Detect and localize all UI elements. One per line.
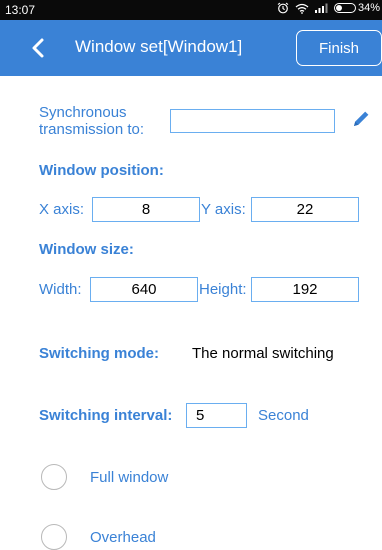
- overhead-label[interactable]: Overhead: [90, 529, 156, 546]
- overhead-radio[interactable]: [41, 524, 67, 550]
- sync-label-line2: transmission to:: [39, 121, 145, 138]
- x-axis-input[interactable]: 8: [92, 197, 200, 222]
- height-label: Height:: [199, 281, 247, 298]
- switching-mode-label: Switching mode:: [39, 345, 159, 362]
- width-input[interactable]: 640: [90, 277, 198, 302]
- switching-interval-input[interactable]: 5: [186, 403, 247, 428]
- signal-icon: [314, 3, 328, 13]
- full-window-radio[interactable]: [41, 464, 67, 490]
- battery-percent: 34%: [357, 2, 380, 14]
- battery-icon: 34%: [333, 2, 380, 14]
- back-arrow-icon: [32, 38, 44, 58]
- sync-edit-button[interactable]: [350, 108, 372, 130]
- sync-target-input[interactable]: [170, 109, 335, 133]
- wifi-icon: [295, 3, 309, 14]
- height-input[interactable]: 192: [251, 277, 359, 302]
- full-window-label[interactable]: Full window: [90, 469, 168, 486]
- x-axis-label: X axis:: [39, 201, 85, 218]
- back-button[interactable]: [26, 35, 52, 61]
- battery-gauge: [333, 3, 356, 13]
- pencil-icon: [354, 111, 369, 126]
- switching-interval-label: Switching interval:: [39, 407, 173, 424]
- status-bar: 13:07 34%: [0, 0, 382, 20]
- alarm-icon: [277, 2, 289, 14]
- y-axis-input[interactable]: 22: [251, 197, 359, 222]
- switching-mode-value[interactable]: The normal switching: [192, 345, 334, 362]
- battery-fill: [335, 5, 342, 11]
- sync-label: Synchronous transmission to:: [39, 104, 144, 138]
- window-size-title: Window size:: [39, 241, 134, 258]
- switching-interval-unit: Second: [258, 407, 309, 424]
- header-bar: Window set[Window1] Finish: [0, 20, 382, 76]
- y-axis-label: Y axis:: [201, 201, 246, 218]
- status-icons: 34%: [277, 2, 380, 14]
- page-title: Window set[Window1]: [75, 37, 243, 56]
- finish-button[interactable]: Finish: [296, 30, 382, 66]
- window-position-title: Window position:: [39, 162, 164, 179]
- width-label: Width:: [39, 281, 82, 298]
- status-time: 13:07: [5, 3, 36, 17]
- sync-label-line1: Synchronous: [39, 104, 127, 121]
